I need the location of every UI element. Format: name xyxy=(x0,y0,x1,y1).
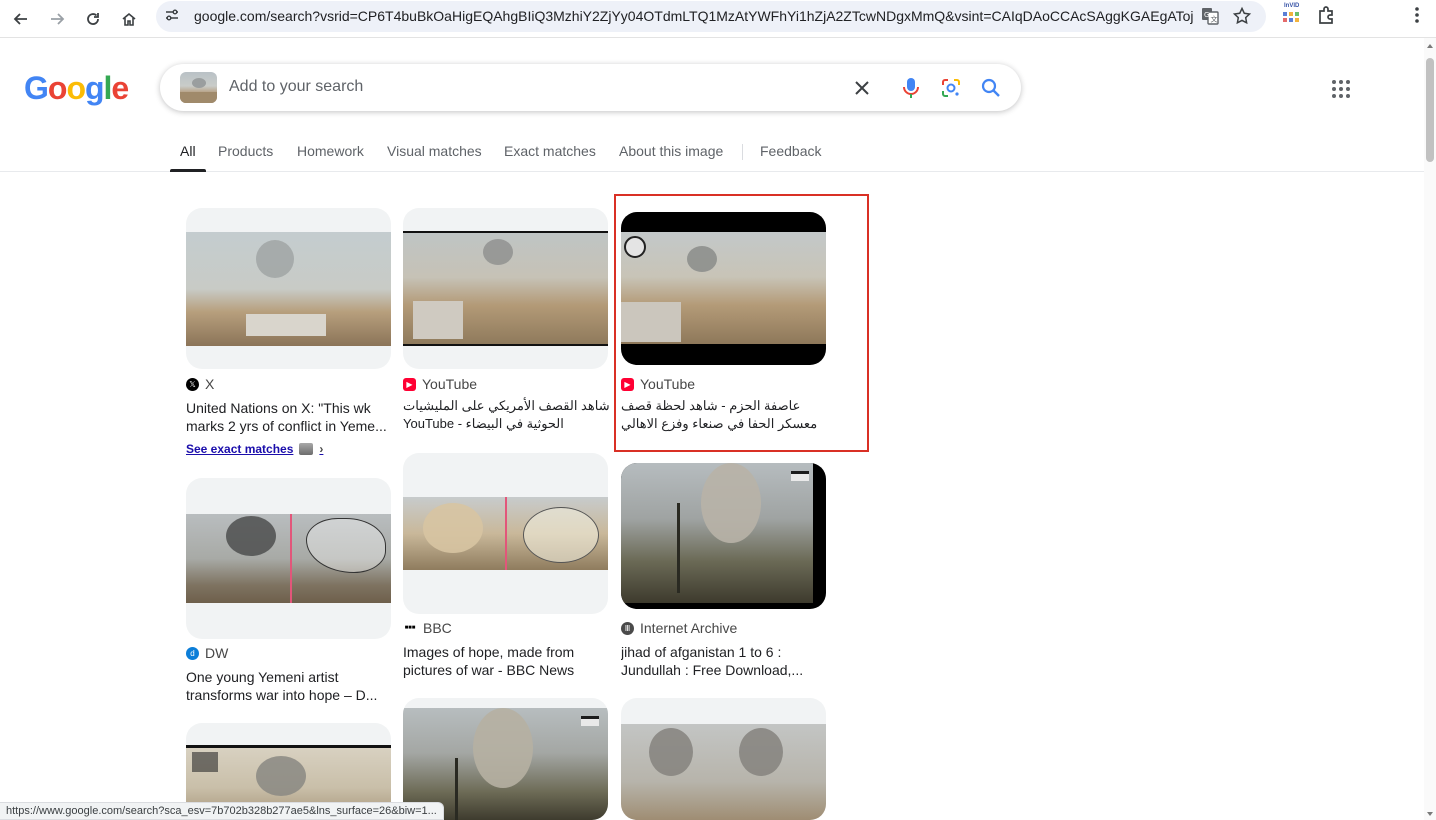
watermark-logo-icon xyxy=(192,752,218,772)
extensions-button[interactable] xyxy=(1316,4,1338,31)
result-image[interactable] xyxy=(621,463,826,609)
tab-homework[interactable]: Homework xyxy=(297,143,364,159)
exact-match-thumbnail xyxy=(299,443,314,455)
result-title[interactable]: One young Yemeni artist transforms war i… xyxy=(186,668,396,704)
logo-letter: o xyxy=(66,70,86,106)
result-image[interactable] xyxy=(186,478,391,639)
result-source[interactable]: 𝕏 X xyxy=(186,376,214,392)
tab-products[interactable]: Products xyxy=(218,143,273,159)
tab-divider xyxy=(742,144,743,160)
translate-icon[interactable]: G文 xyxy=(1200,6,1220,31)
puzzle-icon xyxy=(1319,6,1333,24)
internet-archive-logo-icon: Ⅲ xyxy=(621,621,634,635)
result-image[interactable] xyxy=(186,208,391,369)
result-title[interactable]: Images of hope, made from pictures of wa… xyxy=(403,643,613,679)
google-apps-button[interactable] xyxy=(1330,78,1352,105)
active-tab-indicator xyxy=(170,169,206,172)
dw-logo-icon: d xyxy=(186,646,199,660)
search-tabs: All Products Homework Visual matches Exa… xyxy=(0,130,1424,172)
tab-all[interactable]: All xyxy=(180,143,196,159)
forward-button[interactable] xyxy=(42,4,72,34)
source-name: X xyxy=(205,376,215,392)
logo-letter: e xyxy=(111,70,129,106)
bookmark-star-icon[interactable] xyxy=(1232,6,1252,31)
search-box[interactable]: Add to your search xyxy=(160,64,1021,111)
invid-label: InVID xyxy=(1284,3,1300,9)
search-input[interactable]: Add to your search xyxy=(229,78,363,96)
result-title[interactable]: jihad of afganistan 1 to 6 : Jundullah :… xyxy=(621,643,831,679)
scroll-down-arrow-icon[interactable] xyxy=(1427,812,1433,816)
youtube-logo-icon: ▶ xyxy=(403,377,416,391)
flag-watermark-icon xyxy=(791,471,809,481)
result-source[interactable]: d DW xyxy=(186,645,228,661)
tab-feedback[interactable]: Feedback xyxy=(760,143,821,159)
result-image[interactable] xyxy=(403,208,608,369)
flag-watermark-icon xyxy=(581,716,599,726)
result-source[interactable]: Ⅲ Internet Archive xyxy=(621,620,737,636)
tab-exact-matches[interactable]: Exact matches xyxy=(504,143,596,159)
address-url[interactable]: google.com/search?vsrid=CP6T4buBkOaHigEQ… xyxy=(194,8,1194,24)
invid-extension-icon[interactable]: InVID xyxy=(1280,3,1304,29)
highlight-box xyxy=(614,194,869,452)
source-name: DW xyxy=(205,645,229,661)
tab-about-this-image[interactable]: About this image xyxy=(619,143,723,159)
result-source[interactable]: ■■■ BBC xyxy=(403,620,452,636)
result-image[interactable] xyxy=(621,698,826,820)
svg-text:文: 文 xyxy=(1211,15,1218,24)
tab-visual-matches[interactable]: Visual matches xyxy=(387,143,482,159)
source-name: BBC xyxy=(423,620,452,636)
source-name: YouTube xyxy=(422,376,478,392)
browser-toolbar: google.com/search?vsrid=CP6T4buBkOaHigEQ… xyxy=(0,0,1436,38)
forward-arrow-icon xyxy=(51,13,65,25)
bbc-logo-icon: ■■■ xyxy=(403,621,417,635)
scroll-up-arrow-icon[interactable] xyxy=(1427,44,1433,48)
microphone-icon[interactable] xyxy=(899,76,923,100)
logo-letter: o xyxy=(47,70,68,106)
browser-menu-button[interactable] xyxy=(1406,4,1428,31)
home-button[interactable] xyxy=(114,4,144,34)
svg-text:G: G xyxy=(1204,11,1209,19)
result-title[interactable]: United Nations on X: "This wk marks 2 yr… xyxy=(186,399,396,435)
result-source[interactable]: ▶ YouTube xyxy=(403,376,477,392)
home-icon xyxy=(122,12,136,26)
chevron-right-icon: › xyxy=(319,442,324,456)
x-logo-icon: 𝕏 xyxy=(186,377,199,391)
page-scrollbar[interactable] xyxy=(1424,38,1436,820)
search-icon[interactable] xyxy=(979,76,1003,100)
address-bar[interactable]: google.com/search?vsrid=CP6T4buBkOaHigEQ… xyxy=(156,1,1266,32)
google-logo[interactable]: Google xyxy=(24,70,129,107)
result-title[interactable]: شاهد القصف الأمريكي على المليشيات الحوثي… xyxy=(403,397,613,433)
reload-icon xyxy=(87,13,99,25)
clear-icon[interactable] xyxy=(850,76,874,100)
back-arrow-icon xyxy=(13,13,27,25)
back-button[interactable] xyxy=(6,4,36,34)
search-image-thumbnail[interactable] xyxy=(180,72,217,103)
lens-camera-icon[interactable] xyxy=(939,76,963,100)
link-preview-status: https://www.google.com/search?sca_esv=7b… xyxy=(0,802,444,820)
kebab-menu-icon xyxy=(1415,7,1419,23)
see-exact-matches-link[interactable]: See exact matches › xyxy=(186,442,323,456)
logo-letter: G xyxy=(24,70,49,106)
apps-grid-icon xyxy=(1332,80,1350,98)
logo-letter: g xyxy=(84,70,105,106)
result-image[interactable] xyxy=(403,453,608,614)
exact-matches-label: See exact matches xyxy=(186,442,294,456)
source-name: Internet Archive xyxy=(640,620,738,636)
site-settings-icon[interactable] xyxy=(164,7,180,28)
scroll-thumb[interactable] xyxy=(1426,58,1434,162)
reload-button[interactable] xyxy=(78,4,108,34)
